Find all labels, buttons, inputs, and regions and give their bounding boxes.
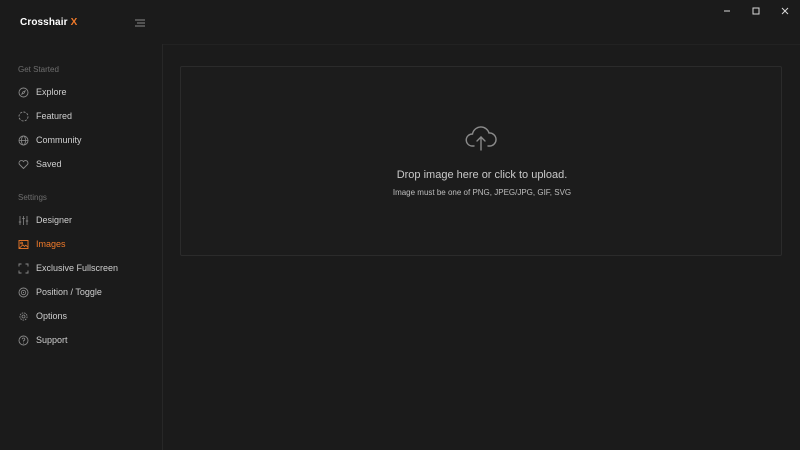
sidebar-item-label: Exclusive Fullscreen xyxy=(36,263,119,273)
maximize-button[interactable] xyxy=(747,4,765,18)
sidebar-item-images[interactable]: Images xyxy=(0,235,162,255)
sidebar-item-options[interactable]: Options xyxy=(0,307,162,327)
title-bar: Crosshair X xyxy=(0,0,800,44)
image-upload-dropzone[interactable]: Drop image here or click to upload. Imag… xyxy=(180,66,782,256)
sidebar-item-label: Community xyxy=(36,135,82,145)
sidebar-item-label: Explore xyxy=(36,87,67,97)
sidebar-item-community[interactable]: Community xyxy=(0,131,162,151)
sidebar: Get Started Explore Featured Community S… xyxy=(0,44,163,450)
brand-name: Crosshair xyxy=(20,17,68,28)
maximize-icon xyxy=(752,7,760,15)
minimize-button[interactable] xyxy=(718,4,736,18)
fullscreen-icon xyxy=(18,263,29,274)
cloud-upload-icon xyxy=(465,126,497,151)
sidebar-item-label: Saved xyxy=(36,159,62,169)
sidebar-item-label: Options xyxy=(36,311,68,321)
help-circle-icon xyxy=(18,335,29,346)
sidebar-item-featured[interactable]: Featured xyxy=(0,107,162,127)
sidebar-item-support[interactable]: Support xyxy=(0,331,162,351)
dropzone-title: Drop image here or click to upload. xyxy=(396,169,568,181)
sliders-icon xyxy=(18,216,29,225)
image-icon xyxy=(18,240,29,249)
app-logo: Crosshair X xyxy=(20,17,77,28)
sidebar-item-label: Featured xyxy=(36,111,73,121)
close-icon xyxy=(781,7,789,15)
close-button[interactable] xyxy=(776,4,794,18)
minimize-icon xyxy=(724,10,730,12)
brand-accent: X xyxy=(70,17,78,28)
section-label-get-started: Get Started xyxy=(18,65,59,74)
sidebar-item-designer[interactable]: Designer xyxy=(0,211,162,231)
sidebar-item-label: Support xyxy=(36,335,68,345)
sidebar-item-exclusive-fullscreen[interactable]: Exclusive Fullscreen xyxy=(0,259,162,279)
crosshair-target-icon xyxy=(18,287,29,298)
gear-icon xyxy=(19,312,28,321)
header-divider xyxy=(163,44,800,45)
hamburger-icon[interactable] xyxy=(134,16,146,28)
sidebar-item-explore[interactable]: Explore xyxy=(0,83,162,103)
sidebar-item-label: Designer xyxy=(36,215,73,225)
compass-icon xyxy=(18,87,29,98)
globe-icon xyxy=(18,135,29,146)
section-label-settings: Settings xyxy=(18,193,47,202)
sidebar-item-label: Images xyxy=(36,239,66,249)
heart-icon xyxy=(18,160,29,170)
sidebar-item-position-toggle[interactable]: Position / Toggle xyxy=(0,283,162,303)
dropzone-subtitle: Image must be one of PNG, JPEG/JPG, GIF,… xyxy=(392,188,572,197)
sidebar-item-saved[interactable]: Saved xyxy=(0,155,162,175)
spinner-icon xyxy=(18,111,29,122)
sidebar-item-label: Position / Toggle xyxy=(36,287,102,297)
